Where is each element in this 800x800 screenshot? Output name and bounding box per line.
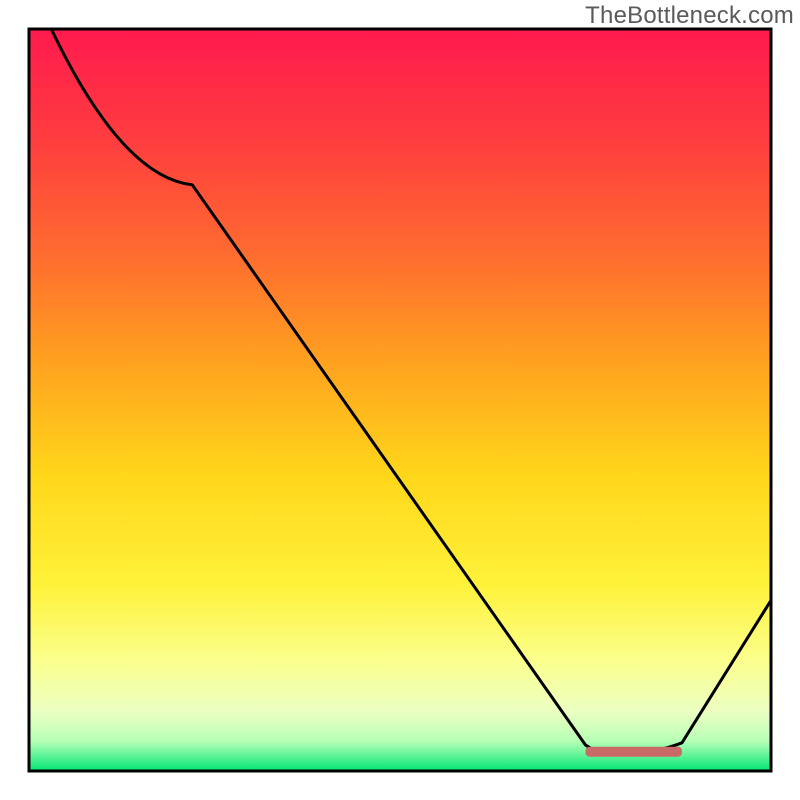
chart-container: TheBottleneck.com bbox=[0, 0, 800, 800]
watermark-text: TheBottleneck.com bbox=[585, 2, 794, 30]
plot-background bbox=[29, 29, 771, 771]
optimal-range-marker bbox=[586, 747, 682, 757]
bottleneck-chart bbox=[0, 0, 800, 800]
